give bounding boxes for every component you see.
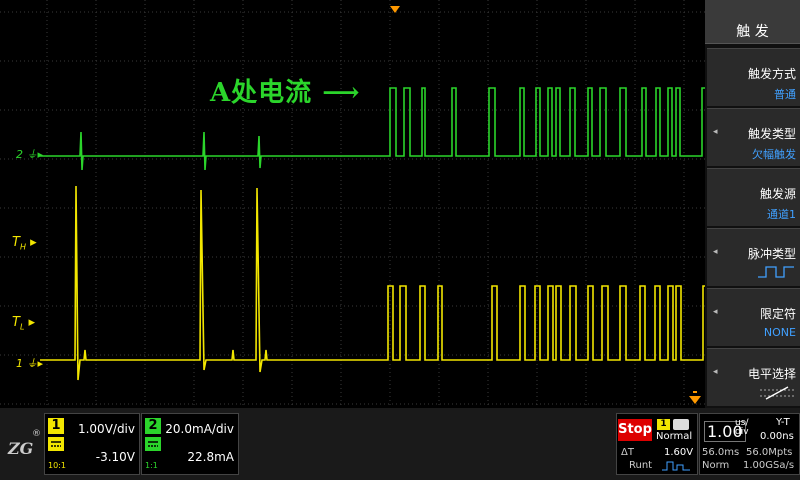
menu-trigger-source[interactable]: 触发源 通道1 [707, 168, 800, 226]
ch1-waveform [40, 185, 705, 381]
ch2-ground-marker[interactable]: 2 ⏚▸ [16, 146, 43, 162]
acquisition-window: 56.0ms [702, 447, 740, 458]
trigger-position-marker [390, 6, 400, 13]
svg-text:®: ® [32, 429, 41, 439]
ch2-trace [40, 87, 705, 171]
timebase-unit: us/div [735, 418, 749, 437]
channel1-settings[interactable]: 1 10:1 1.00V/div -3.10V [44, 413, 140, 475]
channel2-scale: 20.0mA/div [165, 422, 234, 436]
annotation-current-at-a: A处电流 ⟶ [210, 78, 361, 108]
waveform-grid [0, 0, 705, 408]
runt-pulse-icon [662, 461, 690, 471]
chevron-left-icon: ◂ [713, 367, 718, 377]
zlg-logo: ZG ® [7, 429, 41, 458]
dc-coupling-icon [145, 437, 161, 451]
menu-trigger-mode[interactable]: 触发方式 普通 [707, 48, 800, 106]
channel1-offset: -3.10V [95, 450, 135, 464]
channel1-probe-ratio: 10:1 [48, 461, 66, 470]
channel1-scale: 1.00V/div [77, 422, 135, 436]
trigger-mode-text: Normal [656, 431, 693, 442]
trigger-level-value: 1.60V [664, 447, 694, 458]
memory-depth: 56.0Mpts [746, 447, 793, 458]
menu-qualifier[interactable]: ◂ 限定符 NONE [707, 288, 800, 346]
trigger-coupling-icon [673, 419, 689, 430]
horizontal-offset: 0.00ns [760, 431, 794, 442]
ch2-waveform [40, 87, 705, 171]
acquisition-mode: Norm [702, 460, 730, 471]
level-icon [760, 386, 794, 400]
svg-text:ZG: ZG [7, 439, 33, 458]
chevron-left-icon: ◂ [713, 247, 718, 257]
menu-pulse-type[interactable]: ◂ 脉冲类型 [707, 228, 800, 286]
channel1-number: 1 [48, 418, 64, 434]
channel2-number: 2 [145, 418, 161, 434]
dc-coupling-icon [48, 437, 64, 451]
menu-trigger-type[interactable]: ◂ 触发类型 欠幅触发 [707, 108, 800, 166]
trigger-menu-title: 触 发 [705, 0, 800, 44]
chevron-left-icon: ◂ [713, 307, 718, 317]
channel2-offset: 22.8mA [187, 450, 234, 464]
trigger-menu-panel: 触 发 触发方式 普通 ◂ 触发类型 欠幅触发 触发源 通道1 ◂ 脉冲类型 ◂… [705, 0, 800, 408]
delta-t-label: ΔT [621, 447, 634, 458]
menu-level-select[interactable]: ◂ 电平选择 [707, 348, 800, 406]
display-mode: Y-T [776, 417, 790, 428]
trigger-channel-badge: 1 [657, 419, 670, 430]
run-stop-button[interactable]: Stop [618, 419, 652, 441]
runt-label: Runt [629, 460, 653, 471]
ch1-trace [40, 185, 705, 381]
trigger-high-marker[interactable]: TH ▸ [12, 235, 37, 252]
channel2-settings[interactable]: 2 1:1 20.0mA/div 22.8mA [141, 413, 239, 475]
ch1-ground-marker[interactable]: 1 ⏚▸ [16, 355, 43, 371]
chevron-left-icon: ◂ [713, 127, 718, 137]
trigger-low-marker[interactable]: TL ▸ [12, 315, 35, 332]
pulse-icon [758, 266, 794, 278]
trigger-level-marker [689, 396, 701, 404]
channel2-probe-ratio: 1:1 [145, 461, 158, 470]
sample-rate: 1.00GSa/s [743, 460, 795, 471]
